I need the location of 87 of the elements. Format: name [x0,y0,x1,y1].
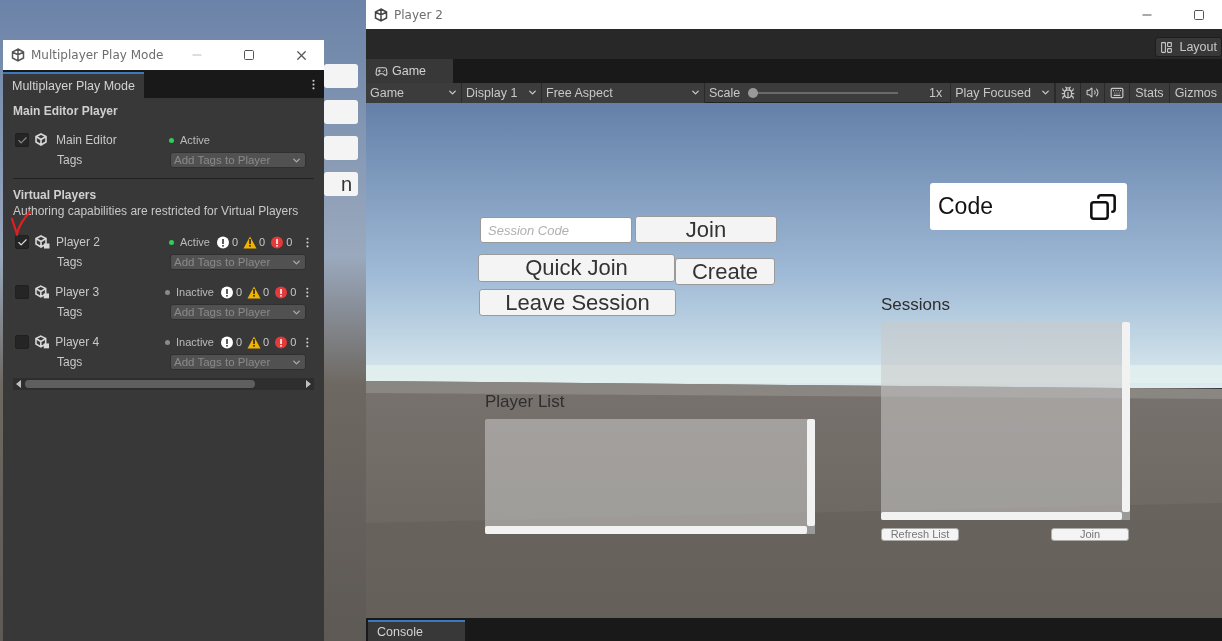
info-icon [215,235,230,249]
status-label: Active [180,236,210,248]
copy-icon[interactable] [1089,192,1117,221]
maximize-icon[interactable] [1193,8,1205,21]
locked-cube-icon [35,235,50,249]
audio-button[interactable] [1080,82,1105,103]
locked-cube-icon [34,285,50,299]
checkbox[interactable] [15,235,29,249]
keyboard-icon[interactable] [1110,85,1125,100]
warning-count: 0 [259,236,266,248]
status-label: Inactive [176,336,214,348]
caret-icon [447,87,458,98]
slider-thumb[interactable] [748,87,759,98]
tags-label: Tags [57,305,84,319]
tags-label: Tags [57,355,84,369]
cube-logo-icon [11,48,25,62]
player-list[interactable] [485,419,815,534]
sessions-title: Sessions [881,295,950,315]
maximize-icon[interactable] [243,49,255,61]
checkmark-icon [16,236,28,248]
checkbox[interactable] [15,335,29,349]
player-list-title: Player List [485,392,565,412]
player-name: Player 4 [55,335,101,349]
layout-icon [1160,40,1174,54]
info-count: 0 [236,286,243,298]
section-note: Authoring capabilities are restricted for Virtual Players [13,204,300,220]
layout-dropdown[interactable]: Layout [1155,37,1222,57]
console-tab[interactable]: Console [368,620,465,641]
checkmark-icon [16,134,28,146]
warning-icon [243,235,258,249]
stats-button[interactable]: Stats [1129,82,1169,103]
cube-logo-icon [374,7,388,22]
section-heading: Virtual Players [13,187,98,204]
warning-icon [247,335,262,349]
tags-label: Tags [57,255,84,269]
status-label: Active [180,134,210,146]
status-label: Inactive [176,286,214,298]
info-icon [220,335,234,349]
partial-button[interactable]: n [324,172,358,196]
keyboard-button[interactable] [1104,82,1130,103]
quick-join-button[interactable]: Quick Join [478,254,675,282]
section-heading: Main Editor Player [13,103,119,120]
leave-session-button[interactable]: Leave Session [479,289,676,316]
view-dropdown[interactable]: Game [366,82,462,103]
join-session-button[interactable]: Join [1051,528,1129,541]
player-name: Main Editor [56,133,118,147]
error-count: 0 [286,236,293,248]
join-button[interactable]: Join [635,216,777,243]
info-icon [220,285,234,299]
window-tab[interactable]: Multiplayer Play Mode [3,72,144,98]
error-icon [274,335,289,349]
locked-cube-icon [34,335,50,349]
error-icon [270,235,285,249]
game-tab[interactable]: Game [366,59,453,83]
error-count: 0 [290,286,297,298]
info-count: 0 [231,236,239,248]
refresh-list-button[interactable]: Refresh List [881,528,959,541]
speaker-icon[interactable] [1086,86,1100,99]
scale-value: 1x [928,85,944,100]
player-name: Player 3 [55,285,101,299]
window-title: Player 2 [394,7,444,22]
error-icon [274,285,289,299]
player-name: Player 2 [56,235,102,249]
field [324,100,358,124]
scale-label: Scale [708,85,742,100]
session-code-field[interactable]: Session Code [480,217,632,243]
tags-label: Tags [57,153,84,167]
gamepad-icon [375,64,388,78]
error-count: 0 [290,336,297,348]
debug-button[interactable] [1055,82,1081,103]
warning-icon [247,285,262,299]
play-mode-dropdown[interactable]: Play Focused [950,82,1056,103]
caret-icon [690,87,701,98]
warning-count: 0 [263,286,270,298]
horizontal-scrollbar[interactable] [13,378,314,390]
display-dropdown[interactable]: Display 1 [462,82,542,103]
create-button[interactable]: Create [675,258,775,285]
code-label: Code [938,193,993,220]
checkbox[interactable] [15,285,29,299]
warning-count: 0 [263,336,270,348]
caret-icon [1040,87,1052,98]
window-title: Multiplayer Play Mode [31,48,165,62]
aspect-dropdown[interactable]: Free Aspect [542,82,705,103]
info-count: 0 [236,336,243,348]
cube-icon [35,133,50,147]
bug-icon[interactable] [1061,85,1076,100]
caret-icon [527,87,538,98]
